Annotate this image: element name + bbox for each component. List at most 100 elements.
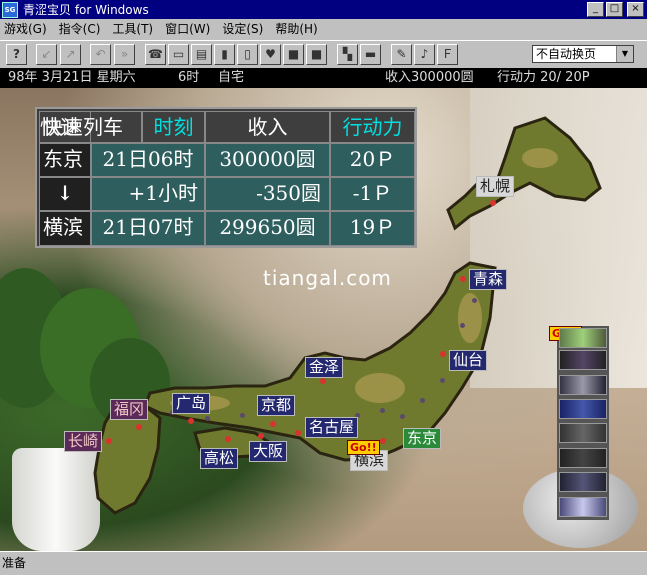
watermark-text: tiangal.com [263, 266, 392, 290]
down-arrow-icon: ↓ [39, 177, 91, 211]
row-dest-place: 横滨 [39, 211, 91, 246]
maximize-button[interactable]: □ [606, 2, 623, 17]
game-screen: 札幌 青森 仙台 金泽 广岛 福冈 京都 名古屋 长崎 高松 大阪 东京 横滨 … [0, 88, 647, 551]
station-dot [240, 413, 245, 418]
city-hiroshima[interactable]: 广岛 [172, 393, 211, 414]
city-sapporo[interactable]: 札幌 [476, 176, 515, 197]
sendai-dot [440, 351, 446, 357]
music-icon[interactable]: ♪ [414, 44, 435, 65]
row-dest-money: 299650圆 [205, 211, 330, 246]
income-text: 收入300000圆 [385, 70, 474, 85]
help-button[interactable]: ? [6, 44, 27, 65]
menu-command[interactable]: 指令(C) [59, 20, 101, 37]
city-aomori[interactable]: 青森 [469, 269, 508, 290]
city-tokyo[interactable]: 东京 [403, 428, 442, 449]
page-mode-select[interactable]: 不自动换页 ▼ [532, 45, 634, 63]
city-fukuoka[interactable]: 福冈 [110, 399, 149, 420]
train-option-6[interactable] [559, 448, 607, 468]
nagasaki-dot [106, 438, 112, 444]
train-info-panel: 快速列车 快速列车 时刻 收入 行动力 东京 21日06时 300000圆 20… [35, 107, 417, 248]
header-time: 时刻 [142, 111, 205, 143]
train-option-8[interactable] [559, 497, 607, 517]
row-origin-money: 300000圆 [205, 143, 330, 177]
station-dot [472, 298, 477, 303]
city-kyoto[interactable]: 京都 [257, 395, 296, 416]
status-text: 准备 [2, 556, 27, 570]
row-delta-time: +1小时 [91, 177, 205, 211]
shrink-icon[interactable]: ↙ [36, 44, 57, 65]
close-button[interactable]: × [627, 2, 644, 17]
row-origin-points: 20Ｐ [330, 143, 415, 177]
panel-icon[interactable]: ▬ [360, 44, 381, 65]
train-option-3[interactable] [559, 375, 607, 395]
title-bar[interactable]: SG 青涩宝贝 for Windows _ □ × [0, 0, 647, 19]
layout-icon[interactable]: ▚ [337, 44, 358, 65]
header-train-type-text: 快速列车 [39, 111, 142, 143]
hiroshima-dot [188, 418, 194, 424]
train-option-5[interactable] [559, 423, 607, 443]
text-icon[interactable]: Ｆ [437, 44, 458, 65]
row-origin-place: 东京 [39, 143, 91, 177]
page-mode-value: 不自动换页 [536, 47, 597, 61]
sapporo-dot [490, 200, 496, 206]
menu-help[interactable]: 帮助(H) [275, 20, 317, 37]
tape-icon[interactable]: ▭ [168, 44, 189, 65]
city-nagasaki[interactable]: 长崎 [64, 431, 103, 452]
city-osaka[interactable]: 大阪 [249, 441, 288, 462]
folder-icon[interactable]: ▤ [191, 44, 212, 65]
location-text: 自宅 [218, 70, 245, 85]
row-dest-points: 19Ｐ [330, 211, 415, 246]
tokyo-dot [380, 438, 386, 444]
go-badge-map: Go!! [347, 440, 380, 455]
app-icon[interactable]: SG [2, 1, 18, 18]
heart-icon[interactable]: ♥ [260, 44, 281, 65]
city-kanazawa[interactable]: 金泽 [305, 357, 344, 378]
menu-settings[interactable]: 设定(S) [222, 20, 263, 37]
row-delta-points: -1Ｐ [330, 177, 415, 211]
nagoya-dot [295, 430, 301, 436]
osaka-dot [258, 433, 264, 439]
square-icon[interactable]: ■ [283, 44, 304, 65]
forward-icon[interactable]: » [114, 44, 135, 65]
station-dot [205, 416, 210, 421]
fukuoka-dot [136, 424, 142, 430]
station-dot [420, 398, 425, 403]
header-income: 收入 [205, 111, 330, 143]
menu-game[interactable]: 游戏(G) [4, 20, 47, 37]
game-status-line: 98年 3月21日 星期六 6时 自宅 收入300000圆 行动力 20/ 20… [0, 68, 647, 88]
minimize-button[interactable]: _ [587, 2, 604, 17]
hokkaido-island [446, 116, 602, 231]
train-option-1[interactable] [559, 328, 607, 348]
row-origin-time: 21日06时 [91, 143, 205, 177]
book-icon[interactable]: ▯ [237, 44, 258, 65]
hour-text: 6时 [178, 70, 200, 85]
train-option-7[interactable] [559, 472, 607, 492]
city-takamatsu[interactable]: 高松 [200, 448, 239, 469]
menu-bar: 游戏(G) 指令(C) 工具(T) 窗口(W) 设定(S) 帮助(H) [0, 19, 647, 38]
row-delta-money: -350圆 [205, 177, 330, 211]
takamatsu-dot [225, 436, 231, 442]
box-icon[interactable]: ■ [306, 44, 327, 65]
phone-icon[interactable]: ☎ [145, 44, 166, 65]
date-text: 98年 3月21日 星期六 [8, 70, 136, 85]
card-icon[interactable]: ▮ [214, 44, 235, 65]
expand-icon[interactable]: ↗ [60, 44, 81, 65]
window-title: 青涩宝贝 for Windows [23, 3, 149, 17]
menu-tools[interactable]: 工具(T) [112, 20, 153, 37]
train-option-4[interactable] [559, 399, 607, 419]
menu-window[interactable]: 窗口(W) [165, 20, 210, 37]
station-dot [440, 378, 445, 383]
city-nagoya[interactable]: 名古屋 [305, 417, 359, 438]
kyoto-dot [270, 421, 276, 427]
row-dest-time: 21日07时 [91, 211, 205, 246]
tool-icon[interactable]: ✎ [391, 44, 412, 65]
status-bar: 准备 [0, 551, 647, 575]
aomori-dot [460, 276, 466, 282]
city-sendai[interactable]: 仙台 [449, 350, 488, 371]
undo-icon[interactable]: ↶ [90, 44, 111, 65]
chevron-down-icon[interactable]: ▼ [616, 46, 633, 62]
action-points-text: 行动力 20/ 20P [497, 70, 590, 85]
station-dot [380, 408, 385, 413]
header-action-points: 行动力 [330, 111, 415, 143]
train-option-2[interactable] [559, 350, 607, 370]
